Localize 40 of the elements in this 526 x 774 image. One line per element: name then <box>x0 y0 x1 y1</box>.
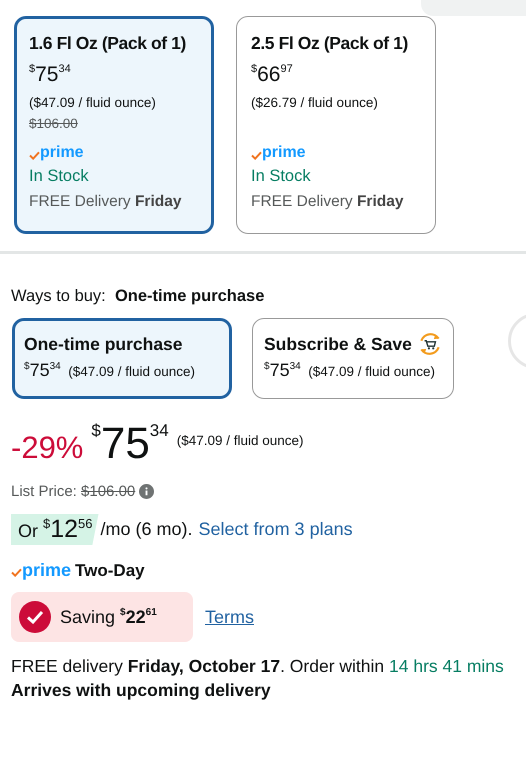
option-price: $^{$}$75$^{34}$ ($47.09 / fluid ounce) <box>24 360 196 381</box>
saving-amount: Saving $^{$}$22$^{61}$ <box>60 606 157 628</box>
purchase-option-card[interactable]: One-time purchase $^{$}$75$^{34}$ ($47.09 / fluid ounce) <box>12 318 232 399</box>
ways-to-buy-label: Ways to buy: One-time purchase <box>11 287 266 306</box>
arrival-note: Arrives with upcoming delivery <box>11 680 272 701</box>
delivery-text: FREE Delivery Friday <box>29 193 182 211</box>
list-price: List Price: $106.00 <box>11 483 136 500</box>
option-price: $^{$}$75$^{34}$ ($47.09 / fluid ounce) <box>264 360 436 381</box>
delivery-speed: Two-Day <box>75 560 145 580</box>
installment-term: /mo (6 mo). <box>100 519 193 540</box>
terms-link[interactable]: Terms <box>205 606 254 628</box>
stock-status: In Stock <box>251 167 312 186</box>
size-title: 2.5 Fl Oz (Pack of 1) <box>251 33 409 54</box>
plans-link[interactable]: Select from 3 plans <box>198 519 353 540</box>
check-icon <box>11 568 22 577</box>
stock-status: In Stock <box>29 167 90 186</box>
prime-logo: prime <box>40 144 84 162</box>
check-icon <box>251 150 262 160</box>
discount-percent: -29% <box>11 430 84 466</box>
unit-price: ($26.79 / fluid ounce) <box>251 95 379 110</box>
prime-logo: prime <box>262 144 306 162</box>
delivery-text: FREE Delivery Friday <box>251 193 404 211</box>
purchase-option-card[interactable]: Subscribe & Save $^{$}$75$^{34}$ ($47.09 / fluid ounce) <box>252 318 454 399</box>
info-icon[interactable] <box>139 484 154 499</box>
price: $^{$}$66$^{97}$ <box>251 62 294 88</box>
size-option-card[interactable]: 1.6 Fl Oz (Pack of 1) $^{$}$75$^{34}$ ($47.09 / fluid ounce) $106.00 prime In Stock FREE Delivery Friday <box>14 16 214 234</box>
check-icon <box>29 150 40 160</box>
list-price: $106.00 <box>29 116 79 132</box>
unit-price: ($47.09 / fluid ounce) <box>176 432 304 448</box>
price: $^{$}$75$^{34}$ <box>91 422 169 466</box>
delivery-message: FREE delivery Friday, October 17. Order within 14 hrs 41 mins <box>11 655 505 678</box>
size-option-card[interactable]: 2.5 Fl Oz (Pack of 1) $^{$}$66$^{97}$ ($26.79 / fluid ounce) prime In Stock FREE Delivery Friday <box>236 16 436 234</box>
option-title: One-time purchase <box>24 334 183 354</box>
size-title: 1.6 Fl Oz (Pack of 1) <box>29 33 187 54</box>
unit-price: ($47.09 / fluid ounce) <box>29 95 157 110</box>
installment-price: Or $^{$}$12$^{56}$ <box>11 514 99 545</box>
price: $^{$}$75$^{34}$ <box>29 62 72 88</box>
option-title: Subscribe & Save <box>264 334 412 354</box>
check-circle-icon <box>19 601 51 633</box>
prime-logo: prime <box>22 560 72 581</box>
